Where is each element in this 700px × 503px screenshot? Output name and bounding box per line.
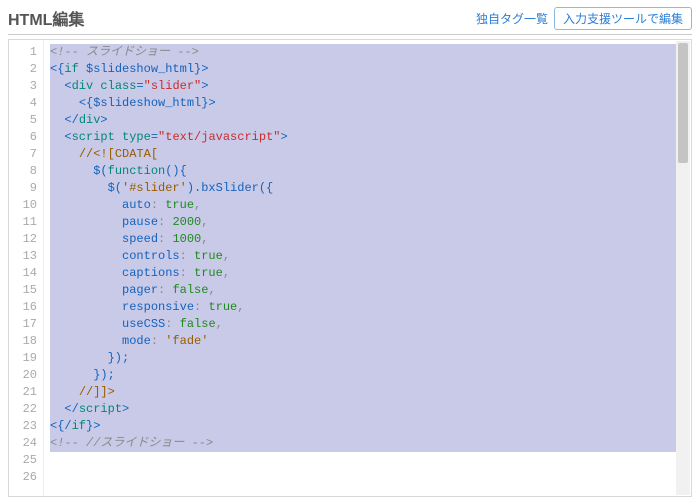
line-number: 8 bbox=[11, 163, 37, 180]
code-line[interactable]: captions: true, bbox=[50, 265, 687, 282]
code-line[interactable]: responsive: true, bbox=[50, 299, 687, 316]
code-line[interactable]: }); bbox=[50, 367, 687, 384]
code-line[interactable]: pager: false, bbox=[50, 282, 687, 299]
code-line[interactable]: $(function(){ bbox=[50, 163, 687, 180]
header-actions: 独自タグ一覧 入力支援ツールで編集 bbox=[476, 7, 692, 30]
input-support-tool-button[interactable]: 入力支援ツールで編集 bbox=[554, 7, 692, 30]
code-line[interactable]: pause: 2000, bbox=[50, 214, 687, 231]
code-line[interactable]: </script> bbox=[50, 401, 687, 418]
code-line[interactable]: <{if $slideshow_html}> bbox=[50, 61, 687, 78]
panel-header: HTML編集 独自タグ一覧 入力支援ツールで編集 bbox=[8, 6, 692, 35]
vertical-scrollbar[interactable] bbox=[676, 41, 690, 495]
code-line[interactable]: <!-- //スライドショー --> bbox=[50, 435, 687, 452]
line-number: 12 bbox=[11, 231, 37, 248]
code-line[interactable]: auto: true, bbox=[50, 197, 687, 214]
custom-tag-list-link[interactable]: 独自タグ一覧 bbox=[476, 10, 548, 27]
line-number: 13 bbox=[11, 248, 37, 265]
line-number: 6 bbox=[11, 129, 37, 146]
line-number: 20 bbox=[11, 367, 37, 384]
line-number: 26 bbox=[11, 469, 37, 486]
code-line[interactable]: //]]> bbox=[50, 384, 687, 401]
code-line[interactable]: speed: 1000, bbox=[50, 231, 687, 248]
line-number: 17 bbox=[11, 316, 37, 333]
code-line[interactable]: controls: true, bbox=[50, 248, 687, 265]
line-number: 1 bbox=[11, 44, 37, 61]
code-line[interactable]: }); bbox=[50, 350, 687, 367]
line-number: 22 bbox=[11, 401, 37, 418]
line-number: 21 bbox=[11, 384, 37, 401]
line-number: 18 bbox=[11, 333, 37, 350]
line-number-gutter: 1234567891011121314151617181920212223242… bbox=[9, 40, 44, 496]
code-line[interactable]: <{/if}> bbox=[50, 418, 687, 435]
line-number: 4 bbox=[11, 95, 37, 112]
code-line[interactable]: useCSS: false, bbox=[50, 316, 687, 333]
code-area[interactable]: <!-- スライドショー --><{if $slideshow_html}> <… bbox=[44, 40, 691, 496]
code-line[interactable]: mode: 'fade' bbox=[50, 333, 687, 350]
line-number: 9 bbox=[11, 180, 37, 197]
code-line[interactable]: </div> bbox=[50, 112, 687, 129]
panel-title: HTML編集 bbox=[8, 6, 84, 30]
line-number: 3 bbox=[11, 78, 37, 95]
line-number: 24 bbox=[11, 435, 37, 452]
line-number: 11 bbox=[11, 214, 37, 231]
code-line[interactable]: <script type="text/javascript"> bbox=[50, 129, 687, 146]
scrollbar-thumb[interactable] bbox=[678, 43, 688, 163]
line-number: 14 bbox=[11, 265, 37, 282]
line-number: 5 bbox=[11, 112, 37, 129]
code-line[interactable]: <div class="slider"> bbox=[50, 78, 687, 95]
line-number: 2 bbox=[11, 61, 37, 78]
line-number: 10 bbox=[11, 197, 37, 214]
line-number: 23 bbox=[11, 418, 37, 435]
code-line[interactable]: $('#slider').bxSlider({ bbox=[50, 180, 687, 197]
code-line[interactable] bbox=[50, 452, 687, 469]
line-number: 25 bbox=[11, 452, 37, 469]
line-number: 15 bbox=[11, 282, 37, 299]
code-line[interactable] bbox=[50, 469, 687, 486]
code-line[interactable]: <{$slideshow_html}> bbox=[50, 95, 687, 112]
code-line[interactable]: <!-- スライドショー --> bbox=[50, 44, 687, 61]
line-number: 16 bbox=[11, 299, 37, 316]
line-number: 7 bbox=[11, 146, 37, 163]
code-editor[interactable]: 1234567891011121314151617181920212223242… bbox=[8, 39, 692, 497]
line-number: 19 bbox=[11, 350, 37, 367]
code-line[interactable]: //<![CDATA[ bbox=[50, 146, 687, 163]
